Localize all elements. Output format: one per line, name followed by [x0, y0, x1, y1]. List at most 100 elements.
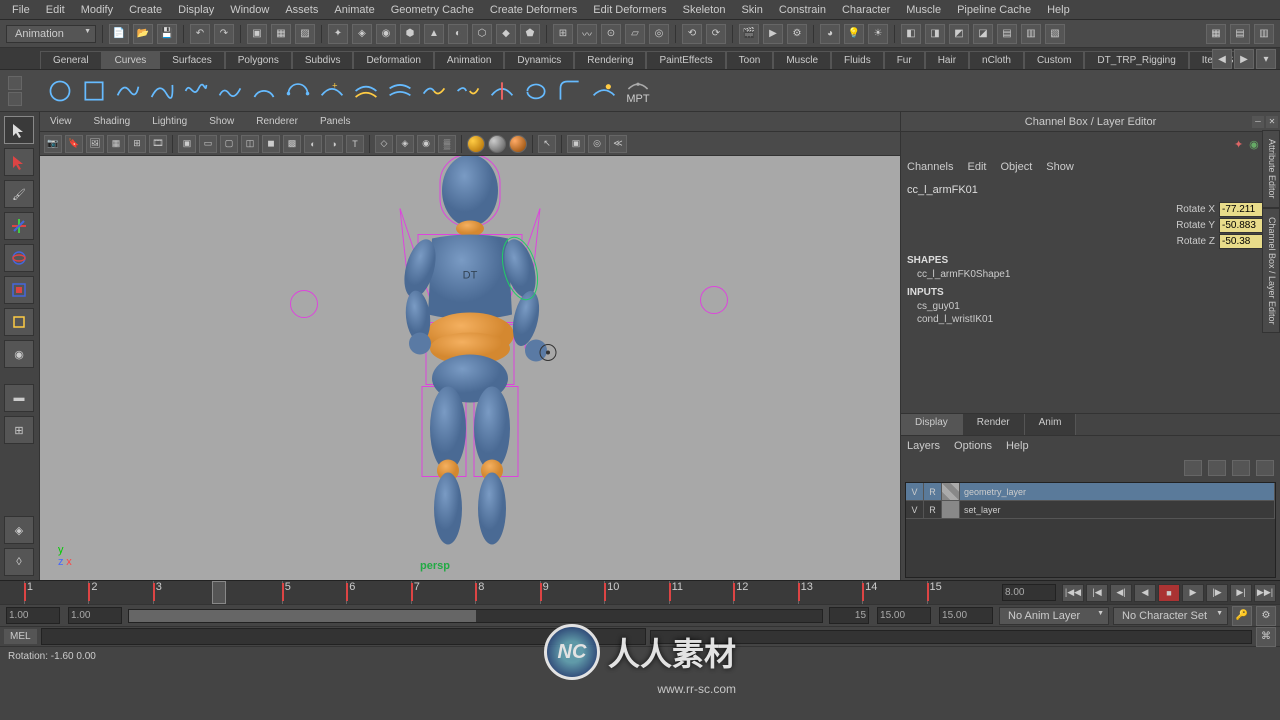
vp-bookmark-icon[interactable]: 🔖 — [65, 135, 83, 153]
vp-light-icon[interactable]: ◐ — [304, 135, 322, 153]
shelf-tab-general[interactable]: General — [40, 51, 102, 69]
stepfwd-icon[interactable]: ▶| — [1230, 584, 1252, 602]
range-end-field[interactable] — [877, 607, 931, 624]
layer-menu-options[interactable]: Options — [954, 440, 992, 452]
layer-col-0[interactable] — [942, 483, 960, 500]
shelf-tab-curves[interactable]: Curves — [102, 51, 160, 69]
shelf-tab-subdivs[interactable]: Subdivs — [292, 51, 354, 69]
cb-menu-edit[interactable]: Edit — [967, 161, 986, 173]
vp-select-cam-icon[interactable]: 📷 — [44, 135, 62, 153]
time-slider[interactable]: 1 2 3 4 5 6 7 8 9 10 11 12 13 14 15 |◀◀ … — [0, 580, 1280, 604]
stepback-icon[interactable]: |◀ — [1086, 584, 1108, 602]
snap-live-icon[interactable]: ◎ — [649, 24, 669, 44]
current-frame-marker[interactable] — [212, 581, 226, 604]
manip-icon[interactable]: ✦ — [1234, 138, 1243, 151]
lasso-tool-icon[interactable] — [4, 148, 34, 176]
layout1-icon[interactable]: ▦ — [1206, 24, 1226, 44]
tool-d-icon[interactable]: ◪ — [973, 24, 993, 44]
viewport-3d[interactable]: DT — [40, 156, 900, 580]
vp-gate-icon[interactable]: ▣ — [178, 135, 196, 153]
layer-menu-layers[interactable]: Layers — [907, 440, 940, 452]
shelf-tab-toon[interactable]: Toon — [726, 51, 774, 69]
vp-sphere2-icon[interactable] — [488, 135, 506, 153]
layer-col-1[interactable] — [942, 501, 960, 518]
tool-a-icon[interactable]: ◧ — [901, 24, 921, 44]
vp-expose-icon[interactable]: ◎ — [588, 135, 606, 153]
side-tab-attr[interactable]: Attribute Editor — [1262, 130, 1280, 208]
sphere-icon[interactable]: ◉ — [1249, 138, 1259, 151]
select-obj-icon[interactable]: ▦ — [271, 24, 291, 44]
scale-tool-icon[interactable] — [4, 276, 34, 304]
selected-object-name[interactable]: cc_l_armFK01 — [907, 184, 1274, 196]
attach-curve-icon[interactable] — [420, 77, 448, 105]
layer-menu-help[interactable]: Help — [1006, 440, 1029, 452]
menu-skin[interactable]: Skin — [733, 2, 770, 18]
shelf-prev-icon[interactable]: ◀ — [1212, 49, 1232, 69]
new-scene-icon[interactable]: 📄 — [109, 24, 129, 44]
shelf-tab-custom[interactable]: Custom — [1024, 51, 1084, 69]
range-inend-field[interactable] — [829, 607, 869, 624]
save-scene-icon[interactable]: 💾 — [157, 24, 177, 44]
menu-assets[interactable]: Assets — [277, 2, 326, 18]
menu-help[interactable]: Help — [1039, 2, 1078, 18]
shelf-tab-fluids[interactable]: Fluids — [831, 51, 884, 69]
layer-up-icon[interactable] — [1232, 460, 1250, 476]
tool-c-icon[interactable]: ◩ — [949, 24, 969, 44]
circle-curve-icon[interactable] — [46, 77, 74, 105]
four-view-icon[interactable]: ⊞ — [4, 416, 34, 444]
mode-dropdown[interactable]: Animation — [6, 25, 96, 43]
menu-editdef[interactable]: Edit Deformers — [585, 2, 674, 18]
single-view-icon[interactable]: ▬ — [4, 384, 34, 412]
soft-tool-icon[interactable]: ◉ — [4, 340, 34, 368]
rotate-tool-icon[interactable] — [4, 244, 34, 272]
select-hier-icon[interactable]: ▣ — [247, 24, 267, 44]
redo-icon[interactable]: ↷ — [214, 24, 234, 44]
side-tab-cb[interactable]: Channel Box / Layer Editor — [1262, 208, 1280, 334]
layer-row-0[interactable]: V R geometry_layer — [906, 483, 1275, 501]
menu-create[interactable]: Create — [121, 2, 170, 18]
open-curve-icon[interactable] — [522, 77, 550, 105]
vp-xray-icon[interactable]: ◈ — [396, 135, 414, 153]
shelf-next-icon[interactable]: ▶ — [1234, 49, 1254, 69]
layer-del-icon[interactable] — [1208, 460, 1226, 476]
layer-row-1[interactable]: V R set_layer — [906, 501, 1275, 519]
vp-xrayj-icon[interactable]: ◉ — [417, 135, 435, 153]
detach-curve-icon[interactable] — [454, 77, 482, 105]
panel-min-icon[interactable]: ─ — [1252, 116, 1264, 128]
mask6-icon[interactable]: ◐ — [448, 24, 468, 44]
menu-animate[interactable]: Animate — [326, 2, 382, 18]
hist-off-icon[interactable]: ⟳ — [706, 24, 726, 44]
move-tool-icon[interactable] — [4, 212, 34, 240]
layer-tab-anim[interactable]: Anim — [1025, 414, 1077, 435]
vp-iso-icon[interactable]: ◇ — [375, 135, 393, 153]
vp-cube-icon[interactable]: ▣ — [567, 135, 585, 153]
select-tool-icon[interactable] — [4, 116, 34, 144]
vp-menu-renderer[interactable]: Renderer — [250, 115, 304, 128]
rewind-icon[interactable]: |◀◀ — [1062, 584, 1084, 602]
layout2-icon[interactable]: ▤ — [1230, 24, 1250, 44]
range-start-field[interactable] — [6, 607, 60, 624]
shelf-menu-icon[interactable]: ▾ — [1256, 49, 1276, 69]
menu-file[interactable]: File — [4, 2, 38, 18]
layer-ref-1[interactable]: R — [924, 501, 942, 518]
forward-icon[interactable]: ▶▶| — [1254, 584, 1276, 602]
shelf-tab-animation[interactable]: Animation — [434, 51, 504, 69]
layer-tab-render[interactable]: Render — [963, 414, 1025, 435]
shelf-tab-rendering[interactable]: Rendering — [574, 51, 646, 69]
panel-close-icon[interactable]: ✕ — [1266, 116, 1278, 128]
mask7-icon[interactable]: ⬡ — [472, 24, 492, 44]
addpt-curve-icon[interactable]: + — [318, 77, 346, 105]
range-instart-field[interactable] — [68, 607, 122, 624]
shelf-tab-surfaces[interactable]: Surfaces — [159, 51, 224, 69]
range-track[interactable] — [128, 609, 823, 623]
light1-icon[interactable]: 💡 — [844, 24, 864, 44]
render-settings-icon[interactable]: ⚙ — [787, 24, 807, 44]
shelf-tab-dttrp[interactable]: DT_TRP_Rigging — [1084, 51, 1188, 69]
snap-point-icon[interactable]: ⊙ — [601, 24, 621, 44]
layout-b-icon[interactable]: ◊ — [4, 548, 34, 576]
keyfwd-icon[interactable]: |▶ — [1206, 584, 1228, 602]
layout-a-icon[interactable]: ◈ — [4, 516, 34, 544]
snap-curve-icon[interactable]: 〰 — [577, 24, 597, 44]
layer-vis-1[interactable]: V — [906, 501, 924, 518]
vp-checker-icon[interactable]: ▒ — [438, 135, 456, 153]
